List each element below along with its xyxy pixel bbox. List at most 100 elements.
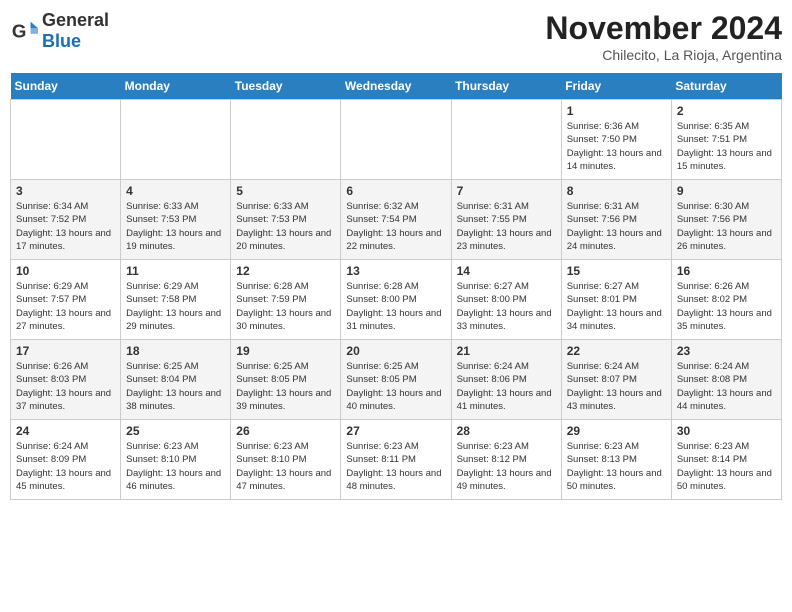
calendar-cell: 4 Sunrise: 6:33 AM Sunset: 7:53 PM Daylig… — [121, 180, 231, 260]
cell-content: Sunrise: 6:25 AM Sunset: 8:05 PM Dayligh… — [346, 360, 445, 413]
calendar-cell: 5 Sunrise: 6:33 AM Sunset: 7:53 PM Daylig… — [231, 180, 341, 260]
calendar-cell: 12 Sunrise: 6:28 AM Sunset: 7:59 PM Dayli… — [231, 260, 341, 340]
svg-text:G: G — [12, 21, 27, 42]
calendar-cell: 19 Sunrise: 6:25 AM Sunset: 8:05 PM Dayli… — [231, 340, 341, 420]
day-number: 28 — [457, 424, 556, 438]
cell-content: Sunrise: 6:25 AM Sunset: 8:05 PM Dayligh… — [236, 360, 335, 413]
day-number: 16 — [677, 264, 776, 278]
cell-content: Sunrise: 6:25 AM Sunset: 8:04 PM Dayligh… — [126, 360, 225, 413]
cell-content: Sunrise: 6:27 AM Sunset: 8:01 PM Dayligh… — [567, 280, 666, 333]
title-area: November 2024 Chilecito, La Rioja, Argen… — [545, 10, 782, 63]
logo-icon: G — [10, 17, 38, 45]
day-number: 18 — [126, 344, 225, 358]
calendar-cell: 10 Sunrise: 6:29 AM Sunset: 7:57 PM Dayli… — [11, 260, 121, 340]
cell-content: Sunrise: 6:36 AM Sunset: 7:50 PM Dayligh… — [567, 120, 666, 173]
cell-content: Sunrise: 6:23 AM Sunset: 8:12 PM Dayligh… — [457, 440, 556, 493]
day-number: 8 — [567, 184, 666, 198]
day-number: 5 — [236, 184, 335, 198]
calendar-cell: 23 Sunrise: 6:24 AM Sunset: 8:08 PM Dayli… — [671, 340, 781, 420]
cell-content: Sunrise: 6:26 AM Sunset: 8:03 PM Dayligh… — [16, 360, 115, 413]
day-number: 26 — [236, 424, 335, 438]
cell-content: Sunrise: 6:28 AM Sunset: 7:59 PM Dayligh… — [236, 280, 335, 333]
calendar-cell: 9 Sunrise: 6:30 AM Sunset: 7:56 PM Daylig… — [671, 180, 781, 260]
cell-content: Sunrise: 6:31 AM Sunset: 7:56 PM Dayligh… — [567, 200, 666, 253]
weekday-header-monday: Monday — [121, 73, 231, 100]
calendar-cell: 22 Sunrise: 6:24 AM Sunset: 8:07 PM Dayli… — [561, 340, 671, 420]
calendar-cell: 25Sunrise: 6:23 AM Sunset: 8:10 PM Dayli… — [121, 420, 231, 500]
weekday-header-friday: Friday — [561, 73, 671, 100]
calendar-cell — [231, 100, 341, 180]
logo-general: General — [42, 10, 109, 30]
calendar-cell: 21 Sunrise: 6:24 AM Sunset: 8:06 PM Dayli… — [451, 340, 561, 420]
cell-content: Sunrise: 6:23 AM Sunset: 8:10 PM Dayligh… — [236, 440, 335, 493]
cell-content: Sunrise: 6:23 AM Sunset: 8:14 PM Dayligh… — [677, 440, 776, 493]
cell-content: Sunrise: 6:24 AM Sunset: 8:09 PM Dayligh… — [16, 440, 115, 493]
logo-blue: Blue — [42, 31, 81, 51]
weekday-header-sunday: Sunday — [11, 73, 121, 100]
calendar-cell: 26 Sunrise: 6:23 AM Sunset: 8:10 PM Dayli… — [231, 420, 341, 500]
day-number: 9 — [677, 184, 776, 198]
day-number: 15 — [567, 264, 666, 278]
day-number: 29 — [567, 424, 666, 438]
day-number: 13 — [346, 264, 445, 278]
calendar-cell: 24 Sunrise: 6:24 AM Sunset: 8:09 PM Dayli… — [11, 420, 121, 500]
day-number: 19 — [236, 344, 335, 358]
day-number: 12 — [236, 264, 335, 278]
logo: G General Blue — [10, 10, 109, 52]
calendar-cell: 3Sunrise: 6:34 AM Sunset: 7:52 PM Daylig… — [11, 180, 121, 260]
day-number: 21 — [457, 344, 556, 358]
day-number: 27 — [346, 424, 445, 438]
weekday-header-saturday: Saturday — [671, 73, 781, 100]
calendar-cell — [121, 100, 231, 180]
day-number: 17 — [16, 344, 115, 358]
calendar-cell: 1Sunrise: 6:36 AM Sunset: 7:50 PM Daylig… — [561, 100, 671, 180]
calendar-cell: 28 Sunrise: 6:23 AM Sunset: 8:12 PM Dayli… — [451, 420, 561, 500]
cell-content: Sunrise: 6:24 AM Sunset: 8:06 PM Dayligh… — [457, 360, 556, 413]
calendar-cell: 20 Sunrise: 6:25 AM Sunset: 8:05 PM Dayli… — [341, 340, 451, 420]
cell-content: Sunrise: 6:32 AM Sunset: 7:54 PM Dayligh… — [346, 200, 445, 253]
cell-content: Sunrise: 6:29 AM Sunset: 7:57 PM Dayligh… — [16, 280, 115, 333]
day-number: 20 — [346, 344, 445, 358]
weekday-header-tuesday: Tuesday — [231, 73, 341, 100]
cell-content: Sunrise: 6:23 AM Sunset: 8:13 PM Dayligh… — [567, 440, 666, 493]
calendar-cell: 2 Sunrise: 6:35 AM Sunset: 7:51 PM Daylig… — [671, 100, 781, 180]
cell-content: Sunrise: 6:30 AM Sunset: 7:56 PM Dayligh… — [677, 200, 776, 253]
day-number: 30 — [677, 424, 776, 438]
location: Chilecito, La Rioja, Argentina — [545, 47, 782, 63]
day-number: 11 — [126, 264, 225, 278]
calendar-cell: 30 Sunrise: 6:23 AM Sunset: 8:14 PM Dayli… — [671, 420, 781, 500]
day-number: 2 — [677, 104, 776, 118]
day-number: 14 — [457, 264, 556, 278]
weekday-header-wednesday: Wednesday — [341, 73, 451, 100]
day-number: 22 — [567, 344, 666, 358]
day-number: 4 — [126, 184, 225, 198]
calendar-cell: 16 Sunrise: 6:26 AM Sunset: 8:02 PM Dayli… — [671, 260, 781, 340]
calendar-cell: 8 Sunrise: 6:31 AM Sunset: 7:56 PM Daylig… — [561, 180, 671, 260]
cell-content: Sunrise: 6:33 AM Sunset: 7:53 PM Dayligh… — [126, 200, 225, 253]
calendar-cell: 7 Sunrise: 6:31 AM Sunset: 7:55 PM Daylig… — [451, 180, 561, 260]
day-number: 7 — [457, 184, 556, 198]
calendar-cell: 15 Sunrise: 6:27 AM Sunset: 8:01 PM Dayli… — [561, 260, 671, 340]
day-number: 24 — [16, 424, 115, 438]
month-title: November 2024 — [545, 10, 782, 47]
day-number: 10 — [16, 264, 115, 278]
day-number: 23 — [677, 344, 776, 358]
cell-content: Sunrise: 6:24 AM Sunset: 8:08 PM Dayligh… — [677, 360, 776, 413]
calendar-cell: 29 Sunrise: 6:23 AM Sunset: 8:13 PM Dayli… — [561, 420, 671, 500]
cell-content: Sunrise: 6:24 AM Sunset: 8:07 PM Dayligh… — [567, 360, 666, 413]
cell-content: Sunrise: 6:31 AM Sunset: 7:55 PM Dayligh… — [457, 200, 556, 253]
day-number: 6 — [346, 184, 445, 198]
calendar-table: SundayMondayTuesdayWednesdayThursdayFrid… — [10, 73, 782, 500]
cell-content: Sunrise: 6:27 AM Sunset: 8:00 PM Dayligh… — [457, 280, 556, 333]
cell-content: Sunrise: 6:26 AM Sunset: 8:02 PM Dayligh… — [677, 280, 776, 333]
calendar-cell: 13Sunrise: 6:28 AM Sunset: 8:00 PM Dayli… — [341, 260, 451, 340]
calendar-cell — [451, 100, 561, 180]
cell-content: Sunrise: 6:33 AM Sunset: 7:53 PM Dayligh… — [236, 200, 335, 253]
cell-content: Sunrise: 6:29 AM Sunset: 7:58 PM Dayligh… — [126, 280, 225, 333]
day-number: 25 — [126, 424, 225, 438]
calendar-cell: 6 Sunrise: 6:32 AM Sunset: 7:54 PM Daylig… — [341, 180, 451, 260]
calendar-cell — [11, 100, 121, 180]
calendar-cell: 18 Sunrise: 6:25 AM Sunset: 8:04 PM Dayli… — [121, 340, 231, 420]
day-number: 3 — [16, 184, 115, 198]
cell-content: Sunrise: 6:35 AM Sunset: 7:51 PM Dayligh… — [677, 120, 776, 173]
